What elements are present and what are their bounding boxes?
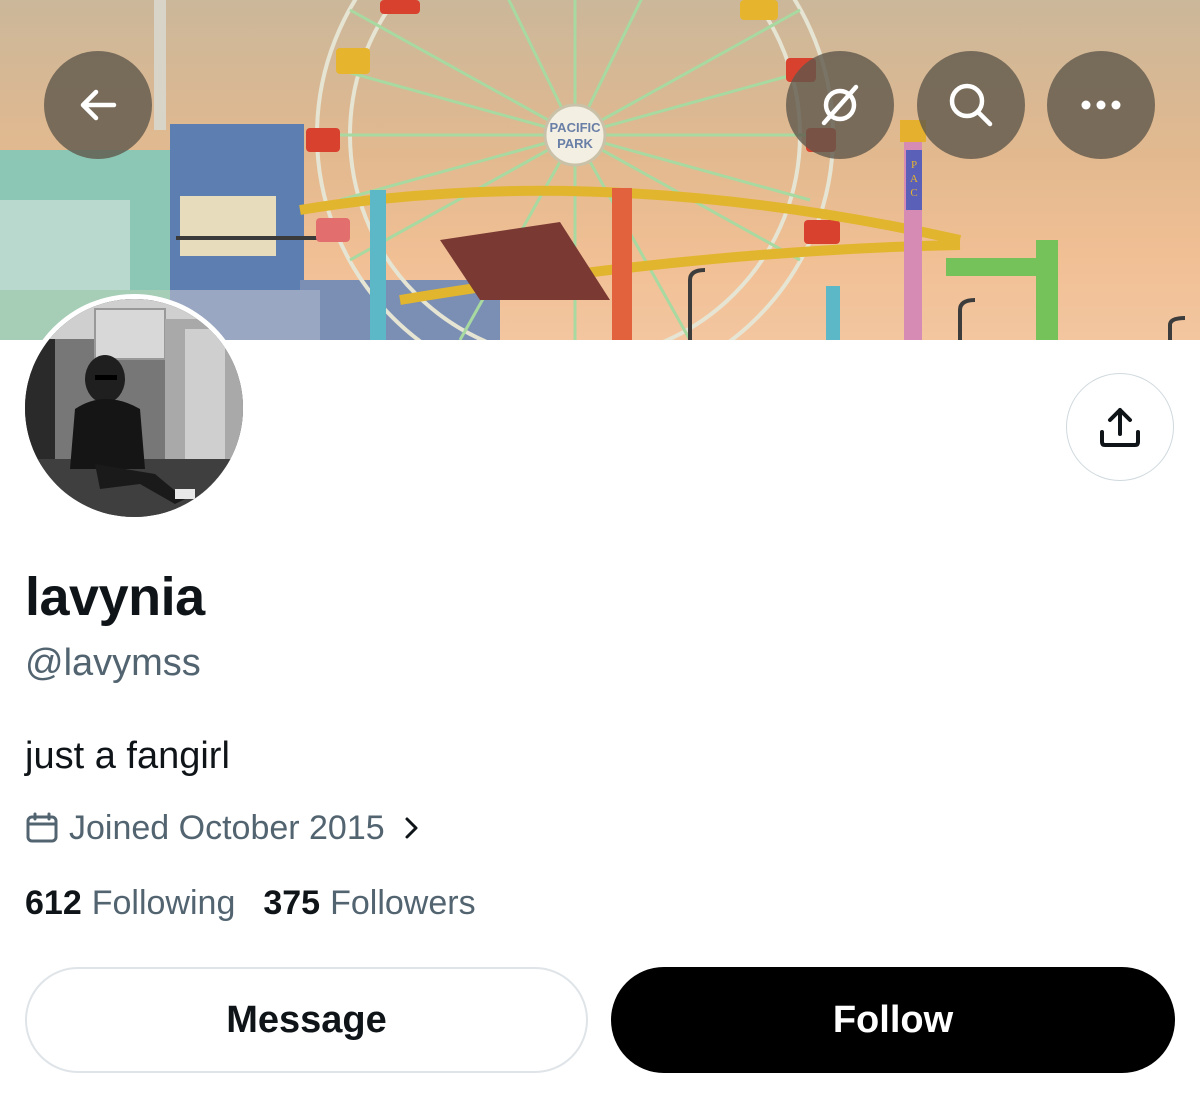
banner-sign-top: PACIFIC <box>549 120 601 135</box>
slashed-circle-icon <box>821 84 859 126</box>
avatar-photo <box>25 299 243 517</box>
follow-button-label: Follow <box>832 998 954 1041</box>
message-button[interactable]: Message <box>25 967 588 1073</box>
display-name: lavynia <box>25 567 205 627</box>
search-button[interactable] <box>917 51 1025 159</box>
joined-date-label: Joined October 2015 <box>69 808 385 847</box>
share-profile-button[interactable] <box>1066 373 1174 481</box>
grok-button[interactable] <box>786 51 894 159</box>
avatar[interactable] <box>20 294 248 522</box>
more-button[interactable] <box>1047 51 1155 159</box>
followers-link[interactable]: 375 Followers <box>263 884 475 923</box>
ellipsis-icon <box>1081 100 1121 110</box>
chevron-right-icon <box>405 817 418 839</box>
arrow-left-icon <box>80 89 117 121</box>
following-link[interactable]: 612 Following <box>25 884 235 923</box>
profile-banner[interactable]: PACIFIC PARK P A C <box>0 0 1200 340</box>
back-button[interactable] <box>44 51 152 159</box>
banner-image: PACIFIC PARK P A C <box>0 0 1186 340</box>
follow-stats: 612 Following 375 Followers <box>25 884 476 923</box>
svg-text:C: C <box>910 187 917 199</box>
search-icon <box>949 83 993 127</box>
profile-bio: just a fangirl <box>25 735 230 777</box>
follow-button[interactable]: Follow <box>611 967 1175 1073</box>
user-handle: @lavymss <box>25 642 201 684</box>
share-upload-icon <box>1100 408 1140 447</box>
banner-sign-bottom: PARK <box>557 136 593 151</box>
following-label: Following <box>91 884 236 922</box>
calendar-icon <box>26 812 58 843</box>
message-button-label: Message <box>226 998 387 1041</box>
svg-text:A: A <box>910 173 918 185</box>
followers-count: 375 <box>263 884 321 922</box>
followers-label: Followers <box>330 884 476 922</box>
banner-vertical-sign: P <box>911 159 917 171</box>
joined-date[interactable]: Joined October 2015 <box>25 806 437 850</box>
following-count: 612 <box>25 884 82 922</box>
